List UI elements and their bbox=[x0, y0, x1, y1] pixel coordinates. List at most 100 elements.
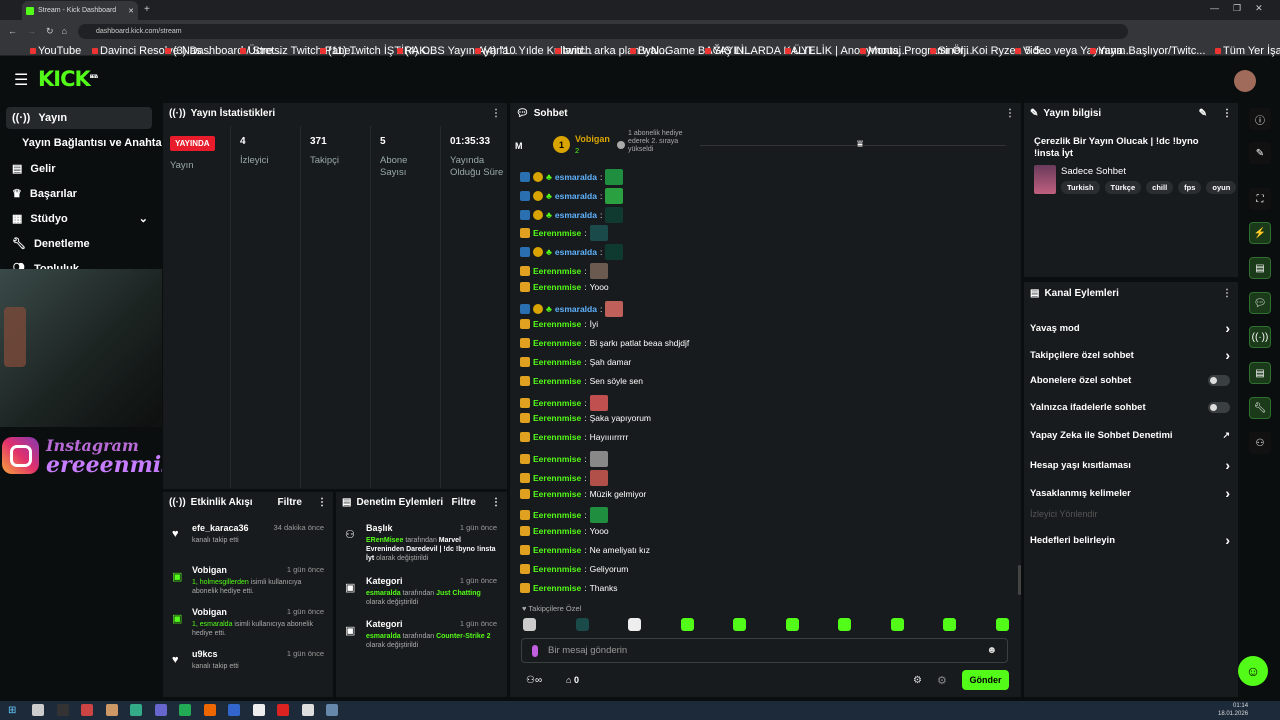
chat-username[interactable]: Eerennmise bbox=[533, 510, 581, 520]
chat-username[interactable]: Eerennmise bbox=[533, 545, 581, 555]
fullscreen-icon[interactable]: ⛶ bbox=[1249, 188, 1271, 210]
kick-logo[interactable]: KICKBETA bbox=[38, 67, 98, 91]
chat-message[interactable]: Eerennmise: bbox=[520, 394, 608, 411]
chat-message[interactable]: Eerennmise: bbox=[520, 451, 608, 467]
points-count[interactable]: ⌂ 0 bbox=[566, 675, 579, 685]
back-icon[interactable]: ← bbox=[8, 26, 17, 36]
toggle-switch[interactable] bbox=[1208, 402, 1230, 413]
new-tab-button[interactable]: + bbox=[144, 4, 150, 15]
broadcast-icon[interactable]: ((·)) bbox=[1249, 326, 1271, 348]
tag-chip[interactable]: chill bbox=[1146, 181, 1174, 194]
channel-action-item[interactable]: Hesap yaşı kısıtlaması › bbox=[1030, 457, 1230, 473]
quick-emote-icon[interactable] bbox=[628, 618, 641, 631]
chat-username[interactable]: Eerennmise bbox=[533, 228, 581, 238]
quick-emote-icon[interactable] bbox=[523, 618, 536, 631]
tag-chip[interactable]: Turkish bbox=[1061, 181, 1100, 194]
chat-username[interactable]: Eerennmise bbox=[533, 473, 581, 483]
home-icon[interactable]: ⌂ bbox=[62, 26, 67, 36]
chat-message[interactable]: Eerennmise: bbox=[520, 263, 608, 279]
taskbar-app-icon[interactable] bbox=[326, 704, 338, 716]
quick-emote-icon[interactable] bbox=[733, 618, 746, 631]
chat-message[interactable]: Eerennmise: Thanks bbox=[520, 582, 617, 593]
chat-input[interactable]: Bir mesaj gönderin ☻ bbox=[521, 638, 1008, 663]
chat-message[interactable]: Eerennmise: bbox=[520, 225, 608, 242]
filter-button[interactable]: Filtre bbox=[278, 497, 302, 508]
taskbar-app-icon[interactable] bbox=[252, 704, 265, 716]
chat-username[interactable]: Eerennmise bbox=[533, 432, 581, 442]
chat-message[interactable]: ♣ esmaralda: bbox=[520, 187, 624, 204]
chat-message[interactable]: Eerennmise: Şaka yapıyorum bbox=[520, 413, 651, 424]
menu-icon[interactable]: ☰ bbox=[14, 70, 28, 90]
collapse-icon[interactable]: ⩸ bbox=[857, 139, 863, 150]
maximize-icon[interactable]: ❐ bbox=[1233, 3, 1241, 14]
close-icon[interactable]: ✕ bbox=[128, 7, 134, 15]
tag-chip[interactable]: Türkçe bbox=[1104, 181, 1142, 194]
tag-chip[interactable]: oyun bbox=[1206, 181, 1237, 194]
help-icon[interactable]: ☺ bbox=[1238, 656, 1268, 686]
chat-message[interactable]: Eerennmise: Bi şarkı patlat beaa shdjdjf bbox=[520, 338, 689, 349]
taskbar-app-icon[interactable] bbox=[130, 704, 142, 716]
taskbar-app-icon[interactable] bbox=[32, 704, 44, 716]
chat-username[interactable]: Eerennmise bbox=[533, 357, 581, 367]
channel-action-item[interactable]: Yasaklanmış kelimeler › bbox=[1030, 485, 1230, 501]
taskbar-app-icon[interactable] bbox=[228, 704, 240, 716]
sidebar-item-stream-key[interactable]: Yayın Bağlantısı ve Anahtarı bbox=[22, 137, 169, 149]
quick-emote-icon[interactable] bbox=[680, 618, 694, 631]
taskbar-app-icon[interactable] bbox=[56, 704, 69, 716]
channel-action-item[interactable]: Hedefleri belirleyin › bbox=[1030, 532, 1230, 548]
sidebar-item-gelir[interactable]: ▤ Gelir bbox=[12, 162, 55, 176]
chat-message[interactable]: Eerennmise: bbox=[520, 507, 608, 524]
chat-message[interactable]: ♣ esmaralda: bbox=[520, 206, 624, 223]
chat-username[interactable]: Eerennmise bbox=[533, 338, 581, 348]
chat-username[interactable]: Eerennmise bbox=[533, 282, 581, 292]
settings-icon[interactable]: ⚙ bbox=[913, 675, 922, 686]
more-icon[interactable]: ⋮ bbox=[1005, 108, 1015, 119]
chat-scrollbar[interactable] bbox=[1018, 565, 1021, 595]
channel-action-item[interactable]: Yavaş mod › bbox=[1030, 320, 1230, 336]
send-button[interactable]: Gönder bbox=[962, 670, 1009, 690]
sidebar-item-studyo[interactable]: ▦ Stüdyo ⌄ bbox=[12, 212, 148, 226]
taskbar-app-icon[interactable] bbox=[154, 704, 167, 716]
chat-username[interactable]: esmaralda bbox=[555, 172, 597, 182]
sidebar-item-yayin[interactable]: ((·)) Yayın bbox=[12, 112, 67, 124]
avatar[interactable] bbox=[1234, 70, 1256, 92]
close-window-icon[interactable]: ✕ bbox=[1255, 3, 1263, 14]
lightning-icon[interactable]: ⚡ bbox=[1249, 222, 1271, 244]
chat-message[interactable]: ♣ esmaralda: bbox=[520, 169, 624, 185]
quick-emote-icon[interactable] bbox=[890, 618, 904, 631]
chat-message[interactable]: ♣ esmaralda: bbox=[520, 244, 624, 261]
users-icon[interactable]: ⚇ bbox=[1249, 432, 1271, 454]
bookmark-item[interactable]: YouTube bbox=[30, 45, 81, 57]
chat-username[interactable]: esmaralda bbox=[555, 304, 597, 314]
chat-icon[interactable]: 💬︎ bbox=[1249, 292, 1271, 314]
minimize-icon[interactable]: — bbox=[1210, 3, 1219, 14]
chat-message[interactable]: Eerennmise: İyi bbox=[520, 319, 598, 330]
chat-username[interactable]: Eerennmise bbox=[533, 564, 581, 574]
chat-message[interactable]: Eerennmise: bbox=[520, 469, 608, 486]
taskbar-app-icon[interactable] bbox=[105, 704, 118, 716]
more-icon[interactable]: ⋮ bbox=[491, 108, 501, 119]
reload-icon[interactable]: ↻ bbox=[46, 26, 54, 37]
browser-tab[interactable]: Stream - Kick Dashboard ✕ bbox=[22, 1, 138, 20]
chat-message[interactable]: Eerennmise: Yooo bbox=[520, 281, 609, 292]
chat-username[interactable]: Eerennmise bbox=[533, 376, 581, 386]
url-bar[interactable]: dashboard.kick.com/stream bbox=[78, 24, 1128, 39]
sidebar-item-denetleme[interactable]: 🔧︎ Denetleme bbox=[12, 237, 90, 251]
chat-username[interactable]: Eerennmise bbox=[533, 319, 581, 329]
quick-emote-icon[interactable] bbox=[943, 618, 956, 631]
toggle-switch[interactable] bbox=[1208, 375, 1230, 386]
more-icon[interactable]: ⋮ bbox=[317, 497, 327, 508]
more-icon[interactable]: ⋮ bbox=[491, 497, 501, 508]
chat-username[interactable]: Eerennmise bbox=[533, 454, 581, 464]
chat-username[interactable]: Eerennmise bbox=[533, 583, 581, 593]
taskbar-app-icon[interactable] bbox=[301, 704, 314, 716]
wrench-icon[interactable]: 🔧︎ bbox=[1249, 397, 1271, 419]
chat-username[interactable]: Eerennmise bbox=[533, 398, 581, 408]
channel-action-item[interactable]: Takipçilere özel sohbet › bbox=[1030, 347, 1230, 363]
sidebar-item-basarilar[interactable]: ♛ Başarılar bbox=[12, 187, 77, 201]
chat-username[interactable]: esmaralda bbox=[555, 210, 597, 220]
channel-action-item[interactable]: Yalnızca ifadelerle sohbet bbox=[1030, 402, 1230, 413]
forward-icon[interactable]: → bbox=[27, 26, 36, 36]
chat-username[interactable]: esmaralda bbox=[555, 247, 597, 257]
chat-message[interactable]: Eerennmise: Geliyorum bbox=[520, 563, 628, 574]
